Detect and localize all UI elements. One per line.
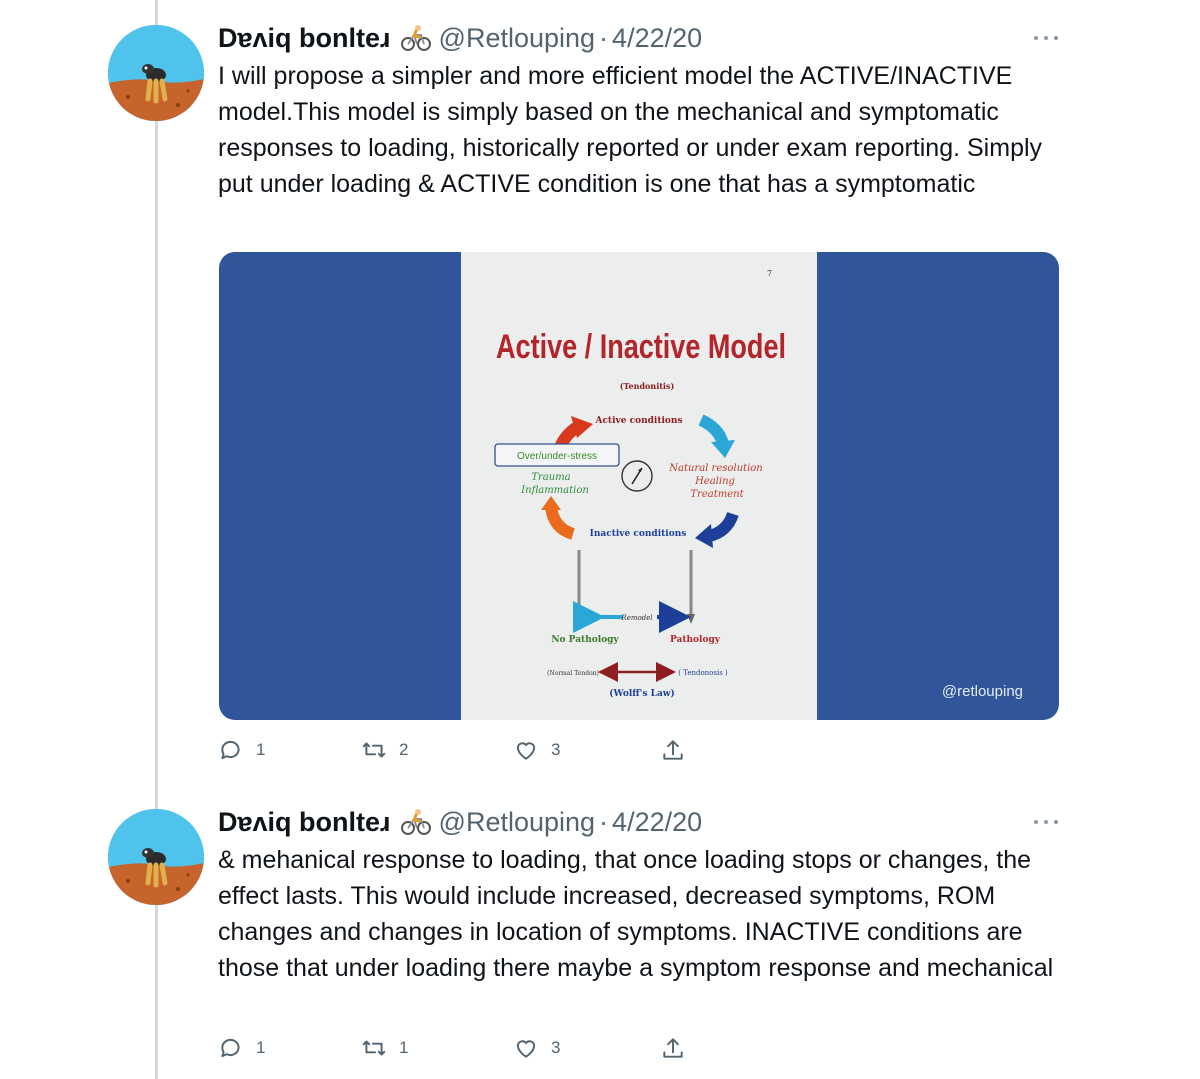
slide-active-conditions: Active conditions (594, 416, 682, 426)
separator-dot: · (599, 806, 609, 837)
tweet-header: Dɐʌiq bonlteɹ @Retlouping · 4/22/20 (218, 804, 702, 840)
retweet-count: 1 (399, 1038, 409, 1057)
handle[interactable]: @Retlouping (439, 807, 596, 838)
slide-tendonosis: ( Tendonosis ) (678, 669, 728, 677)
slide-pathology: Pathology (670, 635, 721, 645)
tweet-media[interactable]: 7 Active / Inactive Model (Tendonitis) A… (219, 252, 1059, 720)
slide-inactive-conditions: Inactive conditions (590, 529, 687, 539)
tweet-header: Dɐʌiq bonlteɹ @Retlouping · 4/22/20 (218, 20, 702, 56)
reply-count: 1 (256, 1038, 266, 1057)
tweet-date[interactable]: 4/22/20 (612, 807, 702, 838)
share-icon (663, 740, 683, 760)
slide-tendonitis: (Tendonitis) (620, 381, 675, 391)
tweet-text: & mehanical response to loading, that on… (218, 846, 1054, 982)
more-icon[interactable] (1034, 28, 1058, 48)
media-watermark: @retlouping (941, 683, 1023, 700)
handle[interactable]: @Retlouping (439, 23, 596, 54)
slide-natural-resolution: Natural resolution (668, 463, 762, 474)
reply-button[interactable]: 1 (218, 735, 265, 765)
avatar[interactable] (108, 25, 204, 121)
reply-count: 1 (256, 740, 266, 759)
bicycle-emoji-icon (400, 23, 431, 53)
more-icon[interactable] (1034, 812, 1058, 832)
share-button[interactable] (660, 1033, 686, 1063)
slide-healing: Healing (694, 476, 735, 487)
slide-remodel: Remodel (620, 614, 652, 622)
reply-icon (221, 1038, 240, 1058)
retweet-button[interactable]: 1 (361, 1033, 408, 1063)
share-button[interactable] (660, 735, 686, 765)
slide-inflammation: Inflammation (520, 485, 589, 496)
share-icon (663, 1038, 683, 1058)
slide-no-pathology: No Pathology (551, 635, 619, 645)
slide-page-number: 7 (767, 269, 772, 278)
slide-wolffs-law: (Wolff's Law) (609, 688, 675, 699)
slide-image: 7 Active / Inactive Model (Tendonitis) A… (461, 252, 817, 720)
tweet-date[interactable]: 4/22/20 (612, 23, 702, 54)
retweet-count: 2 (399, 740, 409, 759)
retweet-button[interactable]: 2 (361, 735, 408, 765)
slide-trauma: Trauma (531, 472, 570, 483)
like-button[interactable]: 3 (513, 1033, 560, 1063)
tweet-text: I will propose a simpler and more effici… (218, 62, 1043, 198)
reply-icon (221, 740, 240, 760)
slide-title: Active / Inactive Model (496, 328, 786, 366)
thread-connector-line (155, 0, 158, 1079)
display-name[interactable]: Dɐʌiq bonlteɹ (218, 807, 391, 838)
retweet-icon (362, 1040, 386, 1056)
display-name[interactable]: Dɐʌiq bonlteɹ (218, 23, 391, 54)
heart-icon (516, 742, 536, 760)
like-button[interactable]: 3 (513, 735, 560, 765)
like-count: 3 (551, 1038, 561, 1057)
avatar[interactable] (108, 809, 204, 905)
slide-over-under-stress: Over/under-stress (517, 451, 597, 462)
heart-icon (516, 1040, 536, 1058)
reply-button[interactable]: 1 (218, 1033, 265, 1063)
retweet-icon (362, 742, 386, 758)
slide-treatment: Treatment (690, 489, 744, 500)
bicycle-emoji-icon (400, 807, 431, 837)
separator-dot: · (599, 22, 609, 53)
slide-normal-tendon: (Normal Tendon) (547, 670, 599, 677)
like-count: 3 (551, 740, 561, 759)
